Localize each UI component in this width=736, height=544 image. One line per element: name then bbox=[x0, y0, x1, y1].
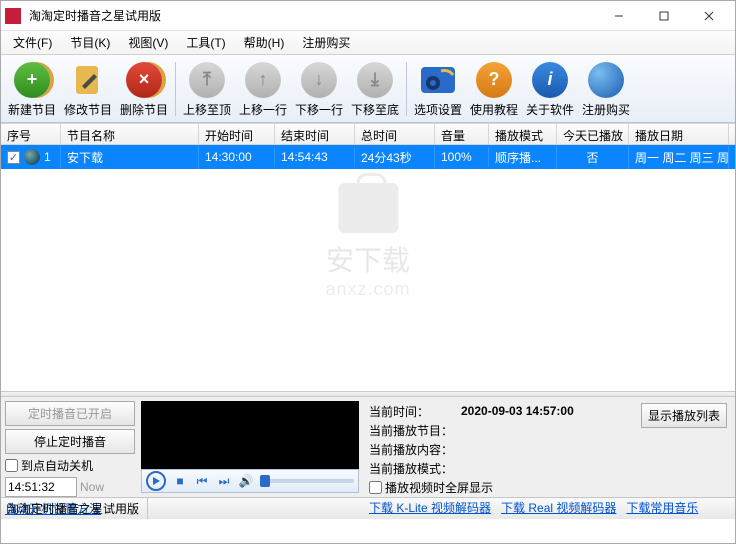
cell-vol: 100% bbox=[435, 147, 489, 167]
info-icon: i bbox=[530, 60, 570, 100]
disc-icon bbox=[24, 149, 40, 165]
klite-link[interactable]: 下载 K-Lite 视频解码器 bbox=[369, 499, 491, 516]
table-header: 序号 节目名称 开始时间 结束时间 总时间 音量 播放模式 今天已播放 播放日期 bbox=[1, 123, 735, 145]
move-top-button[interactable]: ⤒ 上移至顶 bbox=[180, 58, 234, 120]
progress-slider[interactable] bbox=[260, 479, 354, 483]
col-vol[interactable]: 音量 bbox=[435, 124, 489, 144]
move-down-button[interactable]: ↓ 下移一行 bbox=[292, 58, 346, 120]
separator bbox=[406, 62, 407, 116]
x-icon: × bbox=[124, 60, 164, 100]
info-panel: 显示播放列表 当前时间：2020-09-03 14:57:00 当前播放节目： … bbox=[365, 401, 731, 493]
cell-name: 安下载 bbox=[61, 146, 199, 169]
cell-total: 24分43秒 bbox=[355, 146, 435, 169]
delete-program-button[interactable]: × 删除节目 bbox=[117, 58, 171, 120]
time-input[interactable] bbox=[5, 477, 77, 497]
col-today[interactable]: 今天已播放 bbox=[557, 124, 629, 144]
volume-icon[interactable]: 🔊 bbox=[238, 473, 254, 489]
arrow-top-icon: ⤒ bbox=[187, 60, 227, 100]
col-name[interactable]: 节目名称 bbox=[61, 124, 199, 144]
next-icon[interactable]: ⏭ bbox=[216, 473, 232, 489]
register-button[interactable]: 注册购买 bbox=[579, 58, 633, 120]
cur-time-label: 当前时间： bbox=[369, 403, 457, 420]
globe-icon bbox=[586, 60, 626, 100]
pencil-icon bbox=[68, 60, 108, 100]
video-panel: ■ ⏮ ⏭ 🔊 bbox=[141, 401, 359, 493]
watermark: 安下载 anxz.com bbox=[325, 183, 410, 300]
player-controls: ■ ⏮ ⏭ 🔊 bbox=[141, 469, 359, 493]
col-total[interactable]: 总时间 bbox=[355, 124, 435, 144]
app-icon bbox=[5, 8, 21, 24]
cell-start: 14:30:00 bbox=[199, 147, 275, 167]
timer-on-button[interactable]: 定时播音已开启 bbox=[5, 401, 135, 426]
menu-file[interactable]: 文件(F) bbox=[5, 31, 60, 54]
auto-shutdown-label: 到点自动关机 bbox=[21, 457, 93, 474]
menu-help[interactable]: 帮助(H) bbox=[236, 31, 293, 54]
options-button[interactable]: 选项设置 bbox=[411, 58, 465, 120]
arrow-up-icon: ↑ bbox=[243, 60, 283, 100]
col-mode[interactable]: 播放模式 bbox=[489, 124, 557, 144]
new-program-button[interactable]: + 新建节目 bbox=[5, 58, 59, 120]
bottom-panel: 定时播音已开启 停止定时播音 到点自动关机 Now 自动开机设置方法 ■ ⏮ ⏭… bbox=[1, 397, 735, 497]
music-link[interactable]: 下载常用音乐 bbox=[626, 499, 698, 516]
maximize-button[interactable] bbox=[641, 2, 686, 30]
titlebar: 淘淘定时播音之星试用版 bbox=[1, 1, 735, 31]
col-date[interactable]: 播放日期 bbox=[629, 124, 729, 144]
table-row[interactable]: ✓ 1 安下载 14:30:00 14:54:43 24分43秒 100% 顺序… bbox=[1, 145, 735, 169]
col-end[interactable]: 结束时间 bbox=[275, 124, 355, 144]
window-title: 淘淘定时播音之星试用版 bbox=[29, 7, 596, 24]
stop-timer-button[interactable]: 停止定时播音 bbox=[5, 429, 135, 454]
program-table: 序号 节目名称 开始时间 结束时间 总时间 音量 播放模式 今天已播放 播放日期… bbox=[1, 123, 735, 391]
cell-today: 否 bbox=[557, 146, 629, 169]
menu-program[interactable]: 节目(K) bbox=[62, 31, 118, 54]
edit-program-button[interactable]: 修改节目 bbox=[61, 58, 115, 120]
col-seq[interactable]: 序号 bbox=[1, 124, 61, 144]
col-start[interactable]: 开始时间 bbox=[199, 124, 275, 144]
question-icon: ? bbox=[474, 60, 514, 100]
gear-icon bbox=[418, 60, 458, 100]
stop-icon[interactable]: ■ bbox=[172, 473, 188, 489]
video-display bbox=[141, 401, 359, 469]
cur-time-value: 2020-09-03 14:57:00 bbox=[461, 404, 574, 418]
menu-register[interactable]: 注册购买 bbox=[294, 31, 358, 54]
arrow-bottom-icon: ⤓ bbox=[355, 60, 395, 100]
close-button[interactable] bbox=[686, 2, 731, 30]
menu-view[interactable]: 视图(V) bbox=[120, 31, 176, 54]
cell-end: 14:54:43 bbox=[275, 147, 355, 167]
arrow-down-icon: ↓ bbox=[299, 60, 339, 100]
tutorial-button[interactable]: ? 使用教程 bbox=[467, 58, 521, 120]
menu-tools[interactable]: 工具(T) bbox=[178, 31, 233, 54]
real-link[interactable]: 下载 Real 视频解码器 bbox=[501, 499, 616, 516]
move-up-button[interactable]: ↑ 上移一行 bbox=[236, 58, 290, 120]
plus-icon: + bbox=[12, 60, 52, 100]
status-text: 淘淘定时播音之星试用版 bbox=[7, 498, 148, 519]
cur-mode-label: 当前播放模式： bbox=[369, 460, 457, 477]
menubar: 文件(F) 节目(K) 视图(V) 工具(T) 帮助(H) 注册购买 bbox=[1, 31, 735, 55]
now-label: Now bbox=[80, 480, 104, 494]
about-button[interactable]: i 关于软件 bbox=[523, 58, 577, 120]
cell-date: 周一 周二 周三 周... bbox=[629, 146, 729, 169]
show-playlist-button[interactable]: 显示播放列表 bbox=[641, 403, 727, 428]
prev-icon[interactable]: ⏮ bbox=[194, 473, 210, 489]
cur-program-label: 当前播放节目： bbox=[369, 422, 457, 439]
auto-shutdown-checkbox[interactable] bbox=[5, 459, 18, 472]
minimize-button[interactable] bbox=[596, 2, 641, 30]
fullscreen-label: 播放视频时全屏显示 bbox=[385, 479, 493, 496]
fullscreen-checkbox[interactable] bbox=[369, 481, 382, 494]
cell-mode: 顺序播... bbox=[489, 146, 557, 169]
toolbar: + 新建节目 修改节目 × 删除节目 ⤒ 上移至顶 ↑ 上移一行 ↓ 下移一行 … bbox=[1, 55, 735, 123]
separator bbox=[175, 62, 176, 116]
timer-controls: 定时播音已开启 停止定时播音 到点自动关机 Now 自动开机设置方法 bbox=[5, 401, 135, 493]
cell-seq: 1 bbox=[44, 150, 51, 164]
move-bottom-button[interactable]: ⤓ 下移至底 bbox=[348, 58, 402, 120]
cur-content-label: 当前播放内容： bbox=[369, 441, 457, 458]
play-button[interactable] bbox=[146, 471, 166, 491]
row-checkbox[interactable]: ✓ bbox=[7, 151, 20, 164]
